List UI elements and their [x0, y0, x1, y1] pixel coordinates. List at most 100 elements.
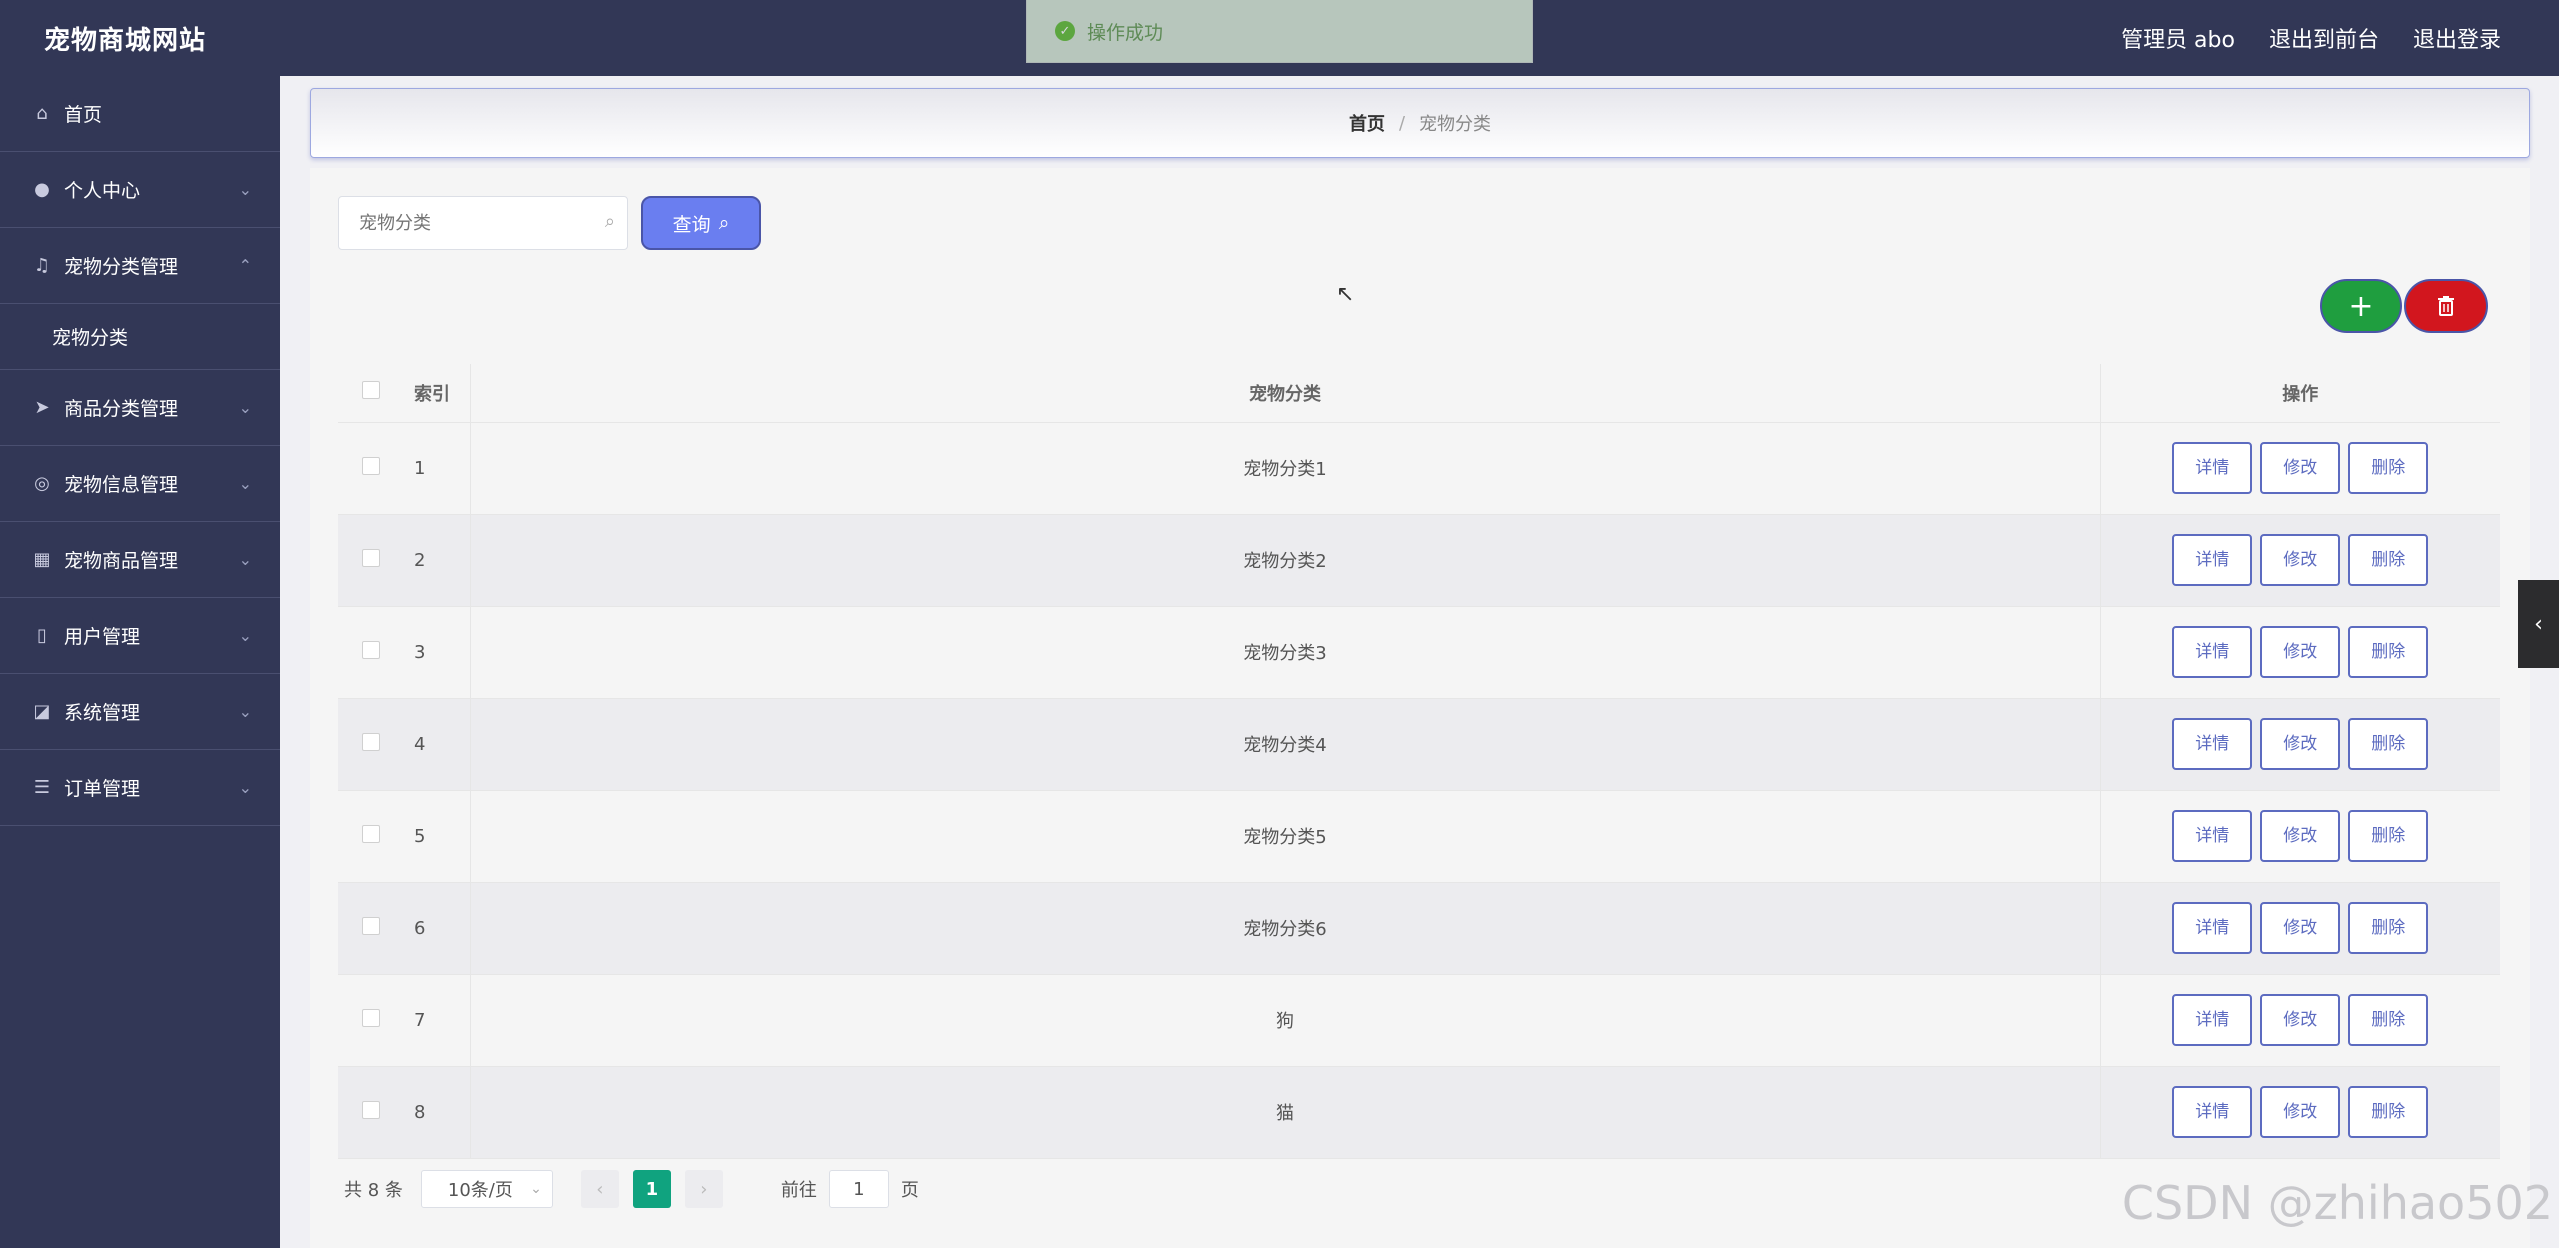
row-ops: 详情 修改 删除 [2100, 514, 2500, 607]
page-size-select[interactable]: 10条/页 ⌄ [420, 1170, 553, 1208]
detail-button[interactable]: 详情 [2172, 1086, 2253, 1138]
detail-button[interactable]: 详情 [2172, 810, 2253, 862]
row-index: 8 [404, 1066, 471, 1159]
row-name: 宠物分类2 [470, 514, 2101, 607]
sidebar-item-pet-category-mgmt[interactable]: ♫ 宠物分类管理 ⌃ [0, 228, 280, 304]
select-all-checkbox-cell[interactable] [338, 364, 404, 423]
grid-icon: ▦ [33, 549, 51, 570]
sidebar-item-label: 个人中心 [64, 180, 141, 202]
delete-button[interactable]: 删除 [2348, 994, 2429, 1046]
delete-button[interactable]: 删除 [2348, 718, 2429, 770]
header-index: 索引 [404, 364, 471, 423]
edit-button[interactable]: 修改 [2260, 902, 2341, 954]
sidebar-item-label: 用户管理 [64, 626, 141, 648]
goto-page-input[interactable]: 1 [828, 1170, 889, 1208]
goto-suffix: 页 [900, 1180, 919, 1201]
detail-button[interactable]: 详情 [2172, 534, 2253, 586]
row-ops: 详情 修改 删除 [2100, 882, 2500, 975]
to-front-link[interactable]: 退出到前台 [2269, 22, 2379, 54]
edit-button[interactable]: 修改 [2260, 1086, 2341, 1138]
edit-button[interactable]: 修改 [2260, 994, 2341, 1046]
row-checkbox[interactable] [362, 548, 380, 567]
sidebar-item-home[interactable]: ⌂ 首页 [0, 76, 280, 152]
search-icon: ⌕ [718, 212, 730, 234]
next-page-button[interactable]: › [684, 1170, 723, 1208]
row-checkbox[interactable] [362, 640, 380, 659]
delete-button[interactable]: 删除 [2348, 1086, 2429, 1138]
chevron-down-icon: ⌄ [238, 550, 252, 569]
row-checkbox-cell[interactable] [338, 698, 404, 791]
delete-button[interactable]: 删除 [2348, 442, 2429, 494]
edit-button[interactable]: 修改 [2260, 534, 2341, 586]
sidebar-item-label: 宠物分类管理 [64, 256, 179, 278]
row-checkbox-cell[interactable] [338, 974, 404, 1067]
row-ops: 详情 修改 删除 [2100, 1066, 2500, 1159]
detail-button[interactable]: 详情 [2172, 626, 2253, 678]
sidebar-subitem-pet-category[interactable]: 宠物分类 [0, 304, 280, 370]
sidebar-item-label: 商品分类管理 [64, 398, 179, 420]
sidebar-item-pet-info-mgmt[interactable]: ◎ 宠物信息管理 ⌄ [0, 446, 280, 522]
row-ops: 详情 修改 删除 [2100, 606, 2500, 699]
chevron-left-icon: ‹ [2534, 611, 2543, 637]
sidebar-item-system-mgmt[interactable]: ◪ 系统管理 ⌄ [0, 674, 280, 750]
send-icon: ➤ [34, 397, 50, 418]
search-input[interactable] [339, 197, 569, 249]
table-row: 1 宠物分类1 详情 修改 删除 [338, 422, 2500, 515]
row-checkbox[interactable] [362, 1100, 380, 1119]
page-number-current[interactable]: 1 [632, 1170, 671, 1208]
edit-button[interactable]: 修改 [2260, 442, 2341, 494]
sidebar-item-order-mgmt[interactable]: ☰ 订单管理 ⌄ [0, 750, 280, 826]
collapse-panel-button[interactable]: ‹ [2518, 580, 2559, 668]
goto-prefix: 前往 [780, 1180, 817, 1201]
batch-delete-button[interactable] [2404, 279, 2488, 333]
row-index: 2 [404, 514, 471, 607]
row-checkbox-cell[interactable] [338, 514, 404, 607]
query-button-label: 查询 [672, 213, 711, 236]
sidebar-subitem-label: 宠物分类 [52, 327, 129, 349]
detail-button[interactable]: 详情 [2172, 718, 2253, 770]
sidebar-item-pet-goods-mgmt[interactable]: ▦ 宠物商品管理 ⌄ [0, 522, 280, 598]
edit-button[interactable]: 修改 [2260, 718, 2341, 770]
delete-button[interactable]: 删除 [2348, 902, 2429, 954]
sidebar-item-label: 首页 [64, 104, 103, 126]
breadcrumb-home[interactable]: 首页 [1349, 110, 1385, 136]
row-checkbox-cell[interactable] [338, 606, 404, 699]
sidebar-item-label: 系统管理 [64, 702, 141, 724]
detail-button[interactable]: 详情 [2172, 902, 2253, 954]
row-checkbox[interactable] [362, 916, 380, 935]
pagination: 共 8 条 10条/页 ⌄ ‹ 1 › 前往 1 页 [344, 1170, 919, 1208]
delete-button[interactable]: 删除 [2348, 534, 2429, 586]
delete-button[interactable]: 删除 [2348, 810, 2429, 862]
sidebar-item-label: 订单管理 [64, 778, 141, 800]
row-checkbox-cell[interactable] [338, 790, 404, 883]
query-button[interactable]: 查询 ⌕ [641, 196, 761, 250]
prev-page-button[interactable]: ‹ [580, 1170, 619, 1208]
breadcrumb: 首页 / 宠物分类 [310, 88, 2530, 158]
sidebar-item-goods-category-mgmt[interactable]: ➤ 商品分类管理 ⌄ [0, 370, 280, 446]
row-name: 狗 [470, 974, 2101, 1067]
chart-icon: ◪ [33, 701, 51, 722]
row-checkbox[interactable] [362, 456, 380, 475]
detail-button[interactable]: 详情 [2172, 442, 2253, 494]
trash-icon [2438, 296, 2454, 316]
add-button[interactable]: + [2320, 279, 2402, 333]
edit-button[interactable]: 修改 [2260, 810, 2341, 862]
row-name: 宠物分类5 [470, 790, 2101, 883]
sidebar-item-user-mgmt[interactable]: ▯ 用户管理 ⌄ [0, 598, 280, 674]
table-row: 5 宠物分类5 详情 修改 删除 [338, 790, 2500, 883]
select-all-checkbox[interactable] [362, 381, 380, 400]
row-checkbox[interactable] [362, 732, 380, 751]
row-checkbox[interactable] [362, 824, 380, 843]
row-checkbox-cell[interactable] [338, 422, 404, 515]
row-checkbox[interactable] [362, 1008, 380, 1027]
delete-button[interactable]: 删除 [2348, 626, 2429, 678]
edit-button[interactable]: 修改 [2260, 626, 2341, 678]
breadcrumb-current: 宠物分类 [1419, 114, 1492, 135]
watermark: CSDN @zhihao502 [2121, 1176, 2553, 1230]
chevron-down-icon: ⌄ [238, 398, 252, 417]
row-checkbox-cell[interactable] [338, 882, 404, 975]
detail-button[interactable]: 详情 [2172, 994, 2253, 1046]
row-checkbox-cell[interactable] [338, 1066, 404, 1159]
logout-link[interactable]: 退出登录 [2413, 22, 2501, 54]
sidebar-item-personal[interactable]: ● 个人中心 ⌄ [0, 152, 280, 228]
